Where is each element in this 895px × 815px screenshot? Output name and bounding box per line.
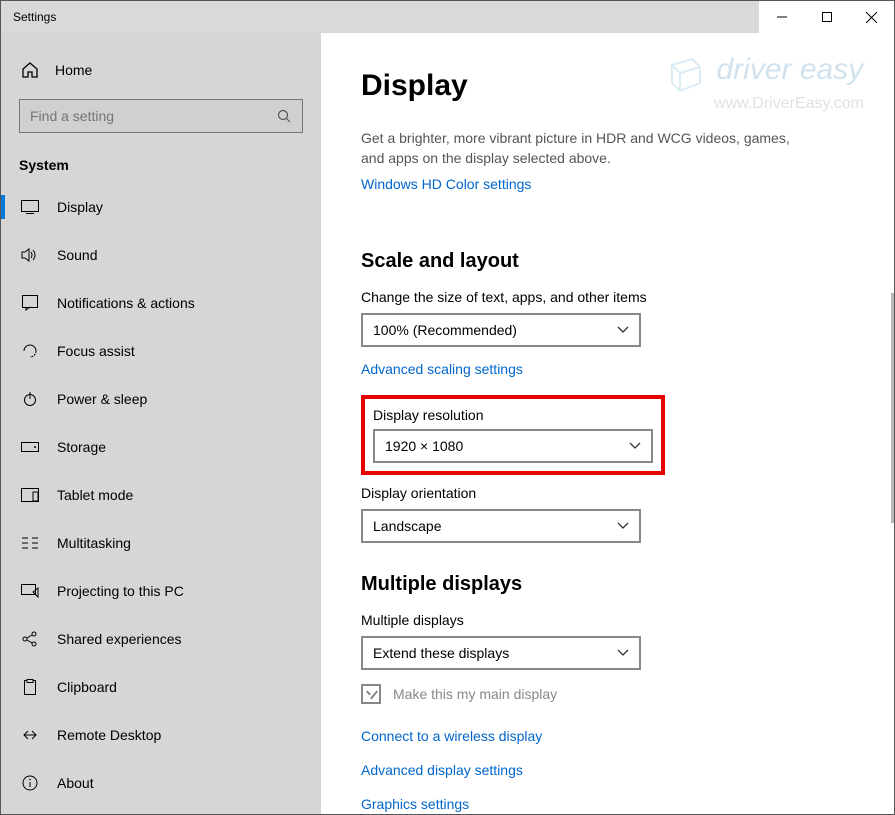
orientation-value: Landscape — [373, 518, 442, 534]
scrollbar[interactable] — [891, 293, 894, 523]
power-icon — [21, 390, 39, 408]
resolution-highlight: Display resolution 1920 × 1080 — [361, 395, 665, 475]
tablet-icon — [21, 486, 39, 504]
home-link[interactable]: Home — [1, 51, 321, 89]
home-label: Home — [55, 62, 92, 78]
nav-item-projecting[interactable]: Projecting to this PC — [1, 567, 321, 615]
nav-label: Sound — [57, 247, 97, 263]
nav-label: Tablet mode — [57, 487, 133, 503]
search-input[interactable] — [30, 108, 277, 124]
multitasking-icon — [21, 534, 39, 552]
nav-item-multitasking[interactable]: Multitasking — [1, 519, 321, 567]
chevron-down-icon — [617, 520, 629, 532]
advanced-display-link[interactable]: Advanced display settings — [361, 762, 854, 778]
nav-item-sound[interactable]: Sound — [1, 231, 321, 279]
scale-heading: Scale and layout — [361, 250, 854, 273]
resolution-label: Display resolution — [373, 407, 653, 423]
selection-accent — [1, 195, 5, 219]
hd-color-link[interactable]: Windows HD Color settings — [361, 176, 531, 192]
chevron-down-icon — [617, 647, 629, 659]
window-title: Settings — [1, 10, 759, 24]
main-content: driver easy www.DriverEasy.com Display G… — [321, 33, 894, 814]
nav-label: Notifications & actions — [57, 295, 195, 311]
make-main-label: Make this my main display — [393, 686, 557, 702]
search-icon — [277, 109, 292, 124]
search-box[interactable] — [19, 99, 303, 133]
chevron-down-icon — [629, 440, 641, 452]
chevron-down-icon — [617, 324, 629, 336]
nav-item-tablet-mode[interactable]: Tablet mode — [1, 471, 321, 519]
projecting-icon — [21, 582, 39, 600]
nav-item-focus-assist[interactable]: Focus assist — [1, 327, 321, 375]
page-heading: Display — [361, 69, 854, 103]
scale-value: 100% (Recommended) — [373, 322, 517, 338]
maximize-button[interactable] — [804, 1, 849, 33]
nav-item-display[interactable]: Display — [1, 183, 321, 231]
resolution-value: 1920 × 1080 — [385, 438, 463, 454]
nav-label: Projecting to this PC — [57, 583, 184, 599]
scale-combo[interactable]: 100% (Recommended) — [361, 313, 641, 347]
nav-item-storage[interactable]: Storage — [1, 423, 321, 471]
home-icon — [21, 61, 39, 79]
multiple-displays-value: Extend these displays — [373, 645, 509, 661]
close-button[interactable] — [849, 1, 894, 33]
multiple-displays-heading: Multiple displays — [361, 573, 854, 596]
nav-label: Multitasking — [57, 535, 131, 551]
nav-label: Remote Desktop — [57, 727, 161, 743]
display-icon — [21, 198, 39, 216]
make-main-checkbox — [361, 684, 381, 704]
focus-assist-icon — [21, 342, 39, 360]
sound-icon — [21, 246, 39, 264]
sidebar-section-label: System — [1, 151, 321, 183]
scale-label: Change the size of text, apps, and other… — [361, 289, 854, 305]
nav-label: Focus assist — [57, 343, 135, 359]
nav-label: About — [57, 775, 94, 791]
minimize-button[interactable] — [759, 1, 804, 33]
nav-item-about[interactable]: About — [1, 759, 321, 807]
settings-window: Settings Home System — [0, 0, 895, 815]
remote-icon — [21, 726, 39, 744]
storage-icon — [21, 438, 39, 456]
nav-label: Shared experiences — [57, 631, 182, 647]
nav-item-power-sleep[interactable]: Power & sleep — [1, 375, 321, 423]
nav-item-notifications[interactable]: Notifications & actions — [1, 279, 321, 327]
nav-label: Display — [57, 199, 103, 215]
clipboard-icon — [21, 678, 39, 696]
nav-item-clipboard[interactable]: Clipboard — [1, 663, 321, 711]
orientation-label: Display orientation — [361, 485, 854, 501]
nav-item-remote-desktop[interactable]: Remote Desktop — [1, 711, 321, 759]
shared-icon — [21, 630, 39, 648]
notifications-icon — [21, 294, 39, 312]
sidebar: Home System Display Sound — [1, 33, 321, 814]
title-bar: Settings — [1, 1, 894, 33]
orientation-combo[interactable]: Landscape — [361, 509, 641, 543]
hdr-description: Get a brighter, more vibrant picture in … — [361, 129, 801, 168]
advanced-scaling-link[interactable]: Advanced scaling settings — [361, 361, 854, 377]
graphics-settings-link[interactable]: Graphics settings — [361, 796, 854, 812]
nav-label: Power & sleep — [57, 391, 147, 407]
multiple-displays-label: Multiple displays — [361, 612, 854, 628]
window-body: Home System Display Sound — [1, 33, 894, 814]
make-main-display-row: Make this my main display — [361, 684, 854, 704]
nav-list: Display Sound Notifications & actions Fo… — [1, 183, 321, 807]
multiple-displays-combo[interactable]: Extend these displays — [361, 636, 641, 670]
nav-item-shared-experiences[interactable]: Shared experiences — [1, 615, 321, 663]
connect-wireless-link[interactable]: Connect to a wireless display — [361, 728, 854, 744]
nav-label: Storage — [57, 439, 106, 455]
nav-label: Clipboard — [57, 679, 117, 695]
resolution-combo[interactable]: 1920 × 1080 — [373, 429, 653, 463]
about-icon — [21, 774, 39, 792]
